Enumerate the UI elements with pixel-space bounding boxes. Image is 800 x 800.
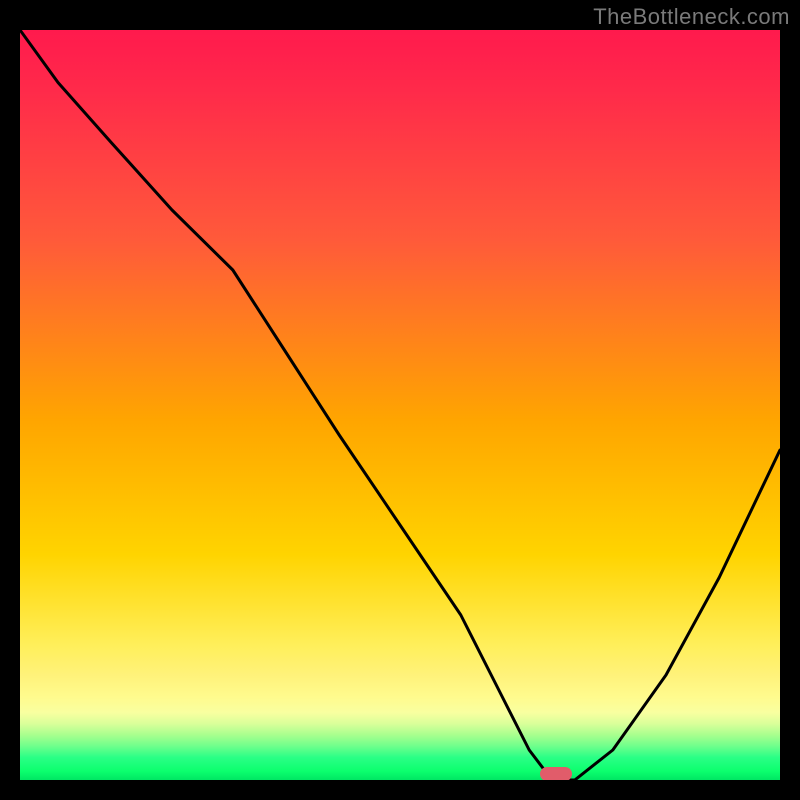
chart-frame: TheBottleneck.com [0,0,800,800]
optimal-marker [540,767,572,780]
bottleneck-curve [20,30,780,780]
plot-area [20,30,780,780]
watermark-text: TheBottleneck.com [593,4,790,30]
